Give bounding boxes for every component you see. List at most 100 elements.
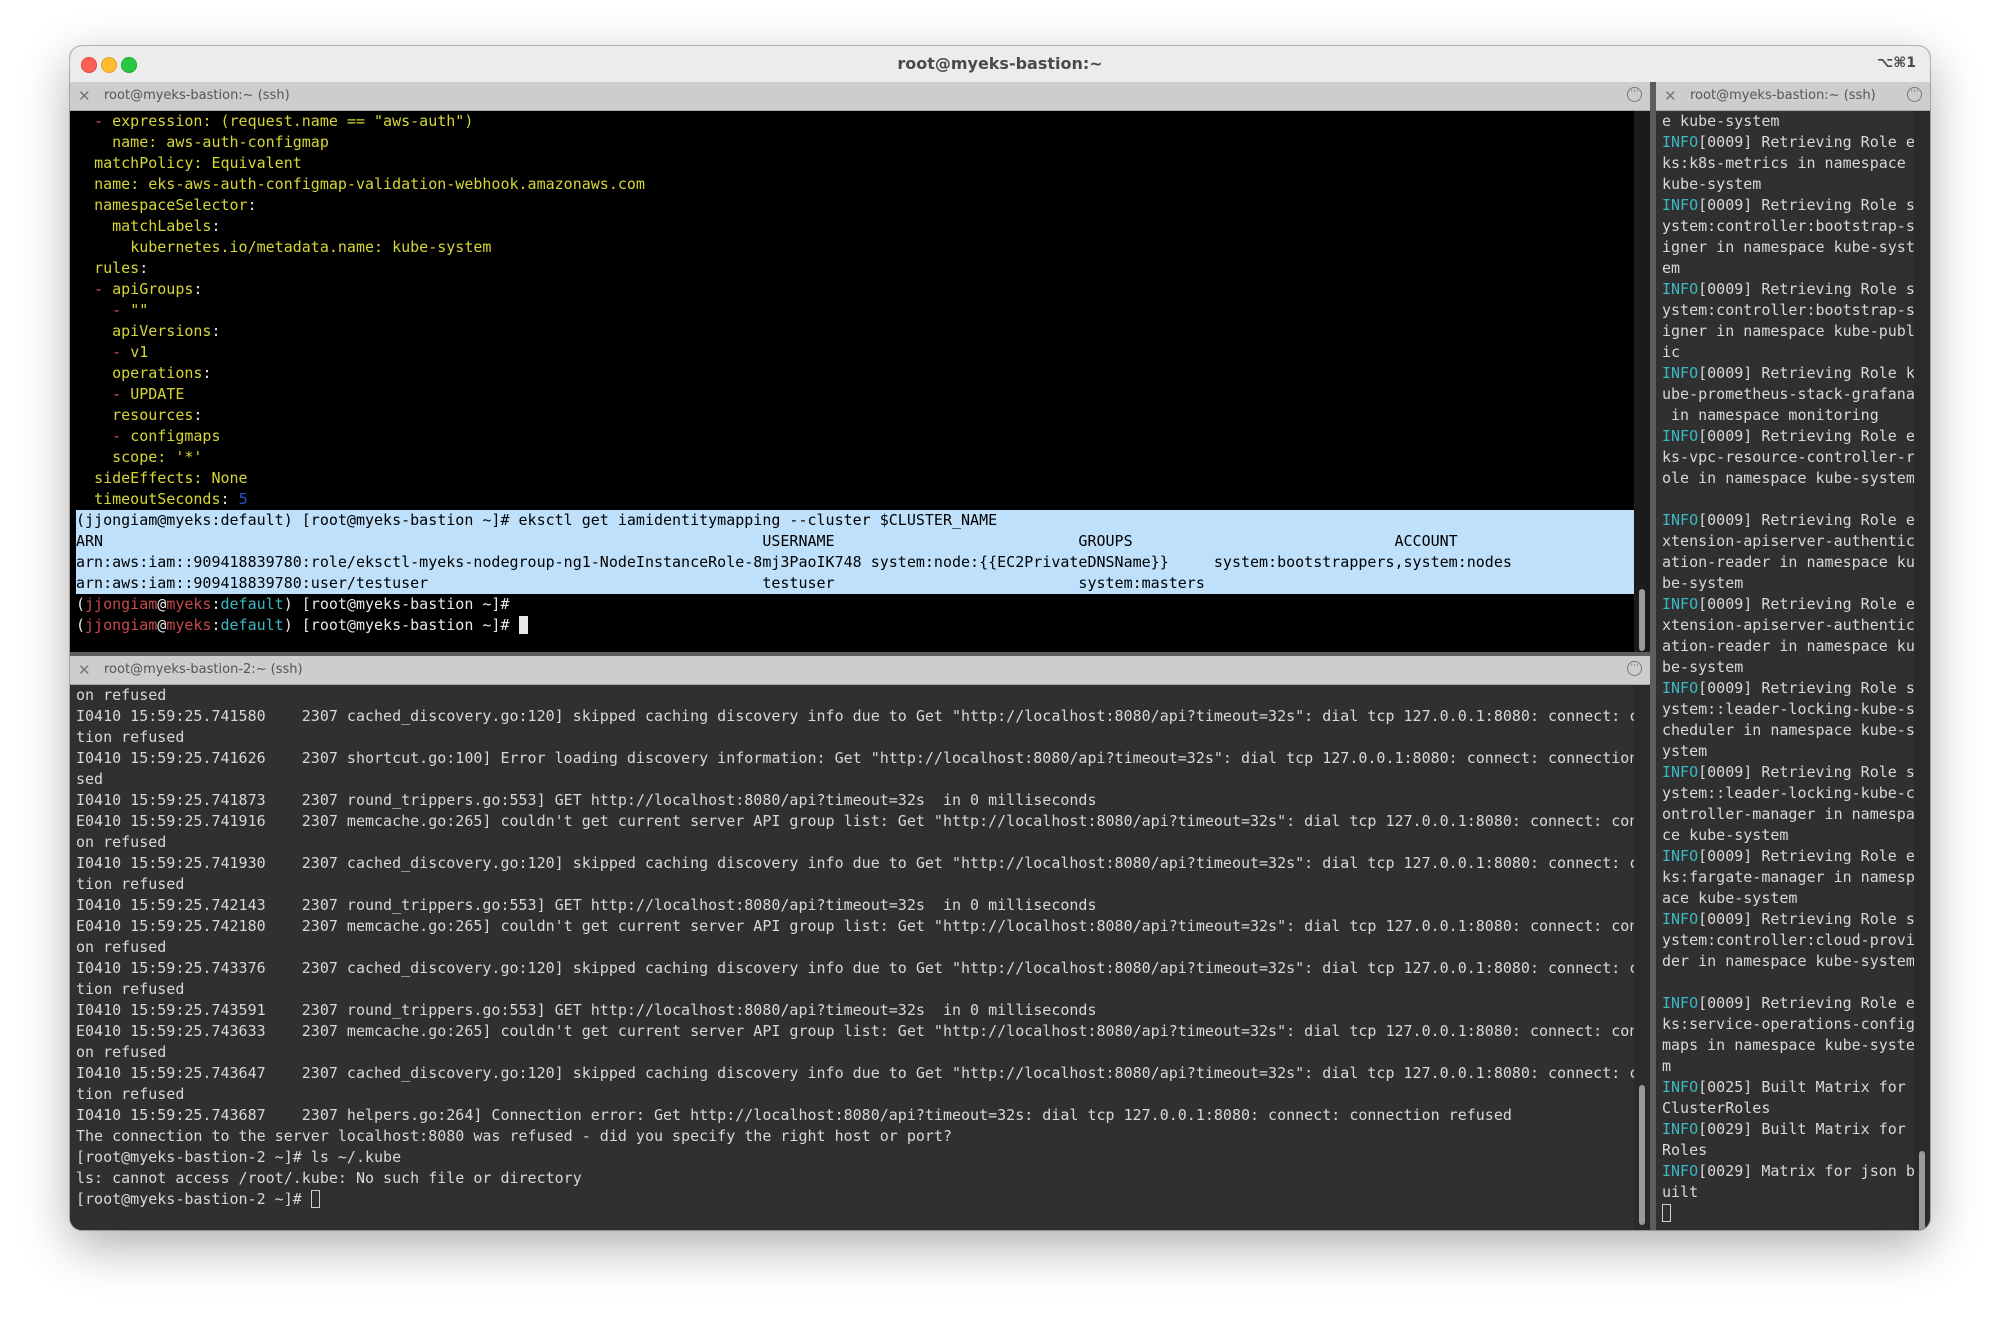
terminal-text: ystem:controller:bootstrap-s <box>1662 217 1914 235</box>
terminal-line: matchLabels: <box>76 216 1634 237</box>
terminal-text: ( <box>76 595 86 613</box>
terminal-output[interactable]: e kube-system INFO[0009] Retrieving Role … <box>1656 111 1914 1230</box>
close-icon[interactable]: ✕ <box>78 661 91 679</box>
terminal-text: igner in namespace kube-publ <box>1662 322 1914 340</box>
terminal-line <box>1662 1203 1914 1224</box>
terminal-line: [root@myeks-bastion-2 ~]# <box>76 1189 1634 1210</box>
terminal-text: ystem::leader-locking-kube-s <box>1662 700 1914 718</box>
terminal-line: I0410 15:59:25.743647 2307 cached_discov… <box>76 1063 1634 1084</box>
terminal-text: : <box>202 364 212 382</box>
terminal-text: [0009] Retrieving Role e <box>1698 133 1914 151</box>
pane-tab-title: root@myeks-bastion:~ (ssh) <box>104 88 290 103</box>
terminal-line: INFO[0025] Built Matrix for <box>1662 1077 1914 1098</box>
pane-bottom[interactable]: ✕ root@myeks-bastion-2:~ (ssh) ··· on re… <box>70 656 1650 1230</box>
terminal-text: I0410 15:59:25.743687 2307 helpers.go:26… <box>76 1106 1512 1124</box>
terminal-line: namespaceSelector: <box>76 195 1634 216</box>
terminal-text: UPDATE <box>130 385 185 403</box>
terminal-text: 5 <box>238 490 248 508</box>
terminal-text: : Equivalent <box>193 154 302 172</box>
terminal-line: m <box>1662 1056 1914 1077</box>
terminal-text: ation-reader in namespace ku <box>1662 637 1914 655</box>
scrollbar-thumb[interactable] <box>1639 1085 1645 1225</box>
terminal-line: The connection to the server localhost:8… <box>76 1126 1634 1147</box>
pane-top[interactable]: ✕ root@myeks-bastion:~ (ssh) ··· - expre… <box>70 82 1650 652</box>
close-icon[interactable]: ✕ <box>1664 87 1677 105</box>
terminal-text: xtension-apiserver-authentic <box>1662 616 1914 634</box>
close-icon[interactable]: ✕ <box>78 87 91 105</box>
terminal-line: E0410 15:59:25.742180 2307 memcache.go:2… <box>76 916 1634 937</box>
terminal-line: tion refused <box>76 727 1634 748</box>
terminal-text: ystem:controller:bootstrap-s <box>1662 301 1914 319</box>
terminal-line: ontroller-manager in namespa <box>1662 804 1914 825</box>
log-level-label: INFO <box>1662 595 1699 613</box>
terminal-text: [0009] Retrieving Role k <box>1698 364 1914 382</box>
terminal-text: : <box>247 196 257 214</box>
more-options-icon[interactable]: ··· <box>1627 87 1642 102</box>
terminal-text: ( <box>76 616 86 634</box>
scrollbar[interactable] <box>1914 111 1930 1230</box>
terminal-line: ClusterRoles <box>1662 1098 1914 1119</box>
terminal-text: @ <box>157 616 167 634</box>
terminal-text: matchPolicy <box>94 154 194 172</box>
pane-tab-bar: ✕ root@myeks-bastion-2:~ (ssh) ··· <box>70 656 1650 685</box>
terminal-line: name: eks-aws-auth-configmap-validation-… <box>76 174 1634 195</box>
terminal-line: arn:aws:iam::909418839780:user/testuser … <box>76 573 1634 594</box>
terminal-text: v1 <box>130 343 149 361</box>
terminal-text: [0009] Retrieving Role s <box>1698 280 1914 298</box>
terminal-text: timeoutSeconds <box>94 490 221 508</box>
scrollbar[interactable] <box>1634 685 1650 1230</box>
terminal-text: matchLabels <box>112 217 212 235</box>
terminal-text: I0410 15:59:25.741873 2307 round_tripper… <box>76 791 1097 809</box>
terminal-line: INFO[0009] Retrieving Role e <box>1662 993 1914 1014</box>
terminal-line: kube-system <box>1662 174 1914 195</box>
more-options-icon[interactable]: ··· <box>1627 661 1642 676</box>
terminal-line: E0410 15:59:25.743633 2307 memcache.go:2… <box>76 1021 1634 1042</box>
terminal-line: ystem:controller:bootstrap-s <box>1662 300 1914 321</box>
terminal-text: ace kube-system <box>1662 889 1798 907</box>
terminal-text: tion refused <box>76 875 185 893</box>
terminal-text: ks:service-operations-config <box>1662 1015 1914 1033</box>
terminal-line: - expression: (request.name == "aws-auth… <box>76 111 1634 132</box>
terminal-text: cheduler in namespace kube-s <box>1662 721 1914 739</box>
terminal-text: myeks <box>166 595 212 613</box>
terminal-text: ) [root@myeks-bastion ~]# <box>283 616 519 634</box>
terminal-line: on refused <box>76 685 1634 706</box>
scrollbar[interactable] <box>1634 111 1650 652</box>
terminal-line: sideEffects: None <box>76 468 1634 489</box>
terminal-line: matchPolicy: Equivalent <box>76 153 1634 174</box>
terminal-line: Roles <box>1662 1140 1914 1161</box>
terminal-window: root@myeks-bastion:~ ⌥⌘1 ✕ root@myeks-ba… <box>70 46 1930 1230</box>
scrollbar-thumb[interactable] <box>1919 1151 1925 1230</box>
terminal-text: : <box>211 616 221 634</box>
terminal-line: be-system <box>1662 573 1914 594</box>
terminal-text: sed <box>76 770 104 788</box>
terminal-text: I0410 15:59:25.742143 2307 round_tripper… <box>76 896 1097 914</box>
terminal-line: - configmaps <box>76 426 1634 447</box>
terminal-line: resources: <box>76 405 1634 426</box>
terminal-text: ic <box>1662 343 1681 361</box>
terminal-output[interactable]: - expression: (request.name == "aws-auth… <box>70 111 1634 652</box>
terminal-text: ystem:controller:cloud-provi <box>1662 931 1914 949</box>
terminal-text: operations <box>112 364 203 382</box>
terminal-text: apiGroups <box>112 280 194 298</box>
terminal-line: rules: <box>76 258 1634 279</box>
terminal-line: sed <box>76 769 1634 790</box>
scrollbar-thumb[interactable] <box>1639 589 1645 651</box>
terminal-text: ontroller-manager in namespa <box>1662 805 1914 823</box>
more-options-icon[interactable]: ··· <box>1907 87 1922 102</box>
pane-right[interactable]: ✕ root@myeks-bastion:~ (ssh) ··· e kube-… <box>1656 82 1930 1230</box>
terminal-line: ks-vpc-resource-controller-r <box>1662 447 1914 468</box>
terminal-line: INFO[0029] Matrix for json b <box>1662 1161 1914 1182</box>
terminal-line: INFO[0009] Retrieving Role e <box>1662 426 1914 447</box>
terminal-output[interactable]: on refused I0410 15:59:25.741580 2307 cac… <box>70 685 1634 1230</box>
terminal-text: I0410 15:59:25.743647 2307 cached_discov… <box>76 1064 1634 1082</box>
terminal-line: uilt <box>1662 1182 1914 1203</box>
terminal-text: [0009] Retrieving Role e <box>1698 847 1914 865</box>
terminal-text: name <box>94 175 131 193</box>
terminal-text: (jjongiam@myeks:default) [root@myeks-bas… <box>76 511 998 529</box>
terminal-line: INFO[0009] Retrieving Role s <box>1662 762 1914 783</box>
